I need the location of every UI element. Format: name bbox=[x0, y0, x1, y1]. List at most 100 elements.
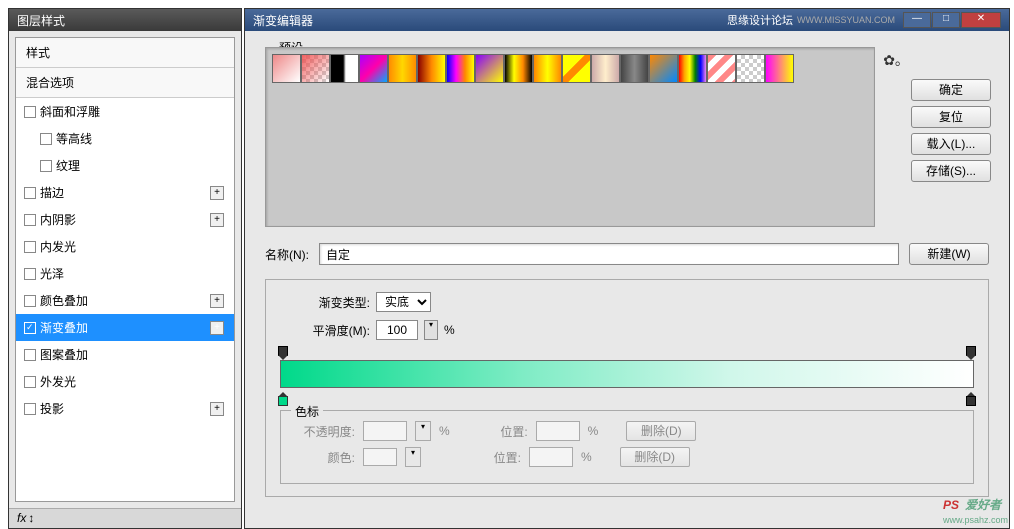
style-list-item[interactable]: 纹理 bbox=[16, 152, 234, 179]
style-list-item[interactable]: 等高线 bbox=[16, 125, 234, 152]
color-dropdown[interactable]: ▾ bbox=[405, 447, 421, 467]
style-checkbox[interactable] bbox=[24, 349, 36, 361]
add-effect-icon[interactable]: + bbox=[210, 321, 224, 335]
color-swatch-button[interactable] bbox=[363, 448, 397, 466]
style-item-label: 投影 bbox=[40, 400, 64, 417]
style-list-item[interactable]: 描边+ bbox=[16, 179, 234, 206]
fx-label[interactable]: fx bbox=[17, 511, 26, 525]
style-list-item[interactable]: 内发光 bbox=[16, 233, 234, 260]
preset-swatch[interactable] bbox=[504, 54, 533, 83]
opacity-label: 不透明度: bbox=[295, 423, 355, 440]
preset-swatch[interactable] bbox=[301, 54, 330, 83]
preset-swatch[interactable] bbox=[736, 54, 765, 83]
style-item-label: 光泽 bbox=[40, 265, 64, 282]
layer-style-statusbar: fx↕ bbox=[9, 508, 241, 528]
preset-swatch[interactable] bbox=[359, 54, 388, 83]
opacity-input[interactable] bbox=[363, 421, 407, 441]
fx-arrows[interactable]: ↕ bbox=[28, 511, 34, 525]
preset-swatch[interactable] bbox=[620, 54, 649, 83]
style-list-item[interactable]: 外发光 bbox=[16, 368, 234, 395]
smoothness-spinner[interactable]: ▾ bbox=[424, 320, 438, 340]
style-list-item[interactable]: 投影 + bbox=[16, 395, 234, 422]
style-item-label: 等高线 bbox=[56, 130, 92, 147]
preset-swatch[interactable] bbox=[678, 54, 707, 83]
percent-label: % bbox=[444, 323, 455, 337]
color-position-input[interactable] bbox=[529, 447, 573, 467]
style-list-item[interactable]: 光泽 bbox=[16, 260, 234, 287]
preset-swatch[interactable] bbox=[533, 54, 562, 83]
add-effect-icon[interactable]: + bbox=[210, 402, 224, 416]
name-input[interactable] bbox=[319, 243, 899, 265]
smoothness-input[interactable] bbox=[376, 320, 418, 340]
new-button[interactable]: 新建(W) bbox=[909, 243, 989, 265]
opacity-stop-left[interactable] bbox=[278, 346, 288, 356]
layer-style-title: 图层样式 bbox=[17, 14, 65, 28]
style-checkbox[interactable] bbox=[24, 106, 36, 118]
gradient-bar[interactable] bbox=[280, 360, 974, 388]
stops-group-label: 色标 bbox=[291, 403, 323, 420]
opacity-position-input[interactable] bbox=[536, 421, 580, 441]
preset-swatch[interactable] bbox=[272, 54, 301, 83]
layer-style-window: 图层样式 样式 混合选项 斜面和浮雕等高线纹理描边+内阴影+ 内发光光泽颜色叠加 +… bbox=[8, 8, 242, 529]
style-checkbox[interactable] bbox=[24, 403, 36, 415]
style-list-item[interactable]: 颜色叠加 + bbox=[16, 287, 234, 314]
blend-options-header[interactable]: 混合选项 bbox=[16, 68, 234, 98]
style-item-label: 纹理 bbox=[56, 157, 80, 174]
presets-menu-icon[interactable]: ✿｡ bbox=[883, 50, 902, 70]
minimize-button[interactable]: — bbox=[903, 12, 931, 28]
opacity-stop-right[interactable] bbox=[966, 346, 976, 356]
add-effect-icon[interactable]: + bbox=[210, 186, 224, 200]
style-checkbox[interactable] bbox=[24, 376, 36, 388]
style-list-item[interactable]: 渐变叠加+ bbox=[16, 314, 234, 341]
preset-swatch[interactable] bbox=[417, 54, 446, 83]
style-item-label: 内发光 bbox=[40, 238, 76, 255]
preset-swatch[interactable] bbox=[591, 54, 620, 83]
gradient-type-label: 渐变类型: bbox=[280, 294, 370, 311]
styles-header[interactable]: 样式 bbox=[16, 38, 234, 68]
layer-style-body: 样式 混合选项 斜面和浮雕等高线纹理描边+内阴影+内发光光泽颜色叠加+渐变叠加+… bbox=[9, 31, 241, 508]
preset-swatch[interactable] bbox=[707, 54, 736, 83]
color-position-percent: % bbox=[581, 450, 592, 464]
gradient-editor-body: 确定 复位 载入(L)... 存储(S)... 预设 ✿｡ bbox=[245, 31, 1009, 528]
preset-swatch[interactable] bbox=[562, 54, 591, 83]
add-effect-icon[interactable]: + bbox=[210, 294, 224, 308]
layer-style-titlebar[interactable]: 图层样式 bbox=[9, 9, 241, 31]
opacity-delete-button[interactable]: 删除(D) bbox=[626, 421, 696, 441]
preset-swatch[interactable] bbox=[330, 54, 359, 83]
opacity-dropdown[interactable]: ▾ bbox=[415, 421, 431, 441]
style-list-item[interactable]: 斜面和浮雕 bbox=[16, 98, 234, 125]
style-checkbox[interactable] bbox=[40, 133, 52, 145]
preset-swatch[interactable] bbox=[388, 54, 417, 83]
style-checkbox[interactable] bbox=[24, 295, 36, 307]
style-checkbox[interactable] bbox=[24, 241, 36, 253]
style-item-label: 图案叠加 bbox=[40, 346, 88, 363]
style-checkbox[interactable] bbox=[24, 322, 36, 334]
gradient-editor-window: 渐变编辑器 思缘设计论坛 WWW.MISSYUAN.COM — □ ✕ 确定 复… bbox=[244, 8, 1010, 529]
style-checkbox[interactable] bbox=[24, 187, 36, 199]
opacity-percent: % bbox=[439, 424, 450, 438]
color-delete-button[interactable]: 删除(D) bbox=[620, 447, 690, 467]
preset-swatch[interactable] bbox=[446, 54, 475, 83]
preset-swatch[interactable] bbox=[475, 54, 504, 83]
add-effect-icon[interactable]: + bbox=[210, 213, 224, 227]
color-label: 颜色: bbox=[295, 449, 355, 466]
maximize-button[interactable]: □ bbox=[932, 12, 960, 28]
style-checkbox[interactable] bbox=[24, 214, 36, 226]
style-checkbox[interactable] bbox=[40, 160, 52, 172]
brand-text: 思缘设计论坛 bbox=[727, 12, 793, 28]
gradient-editor-titlebar[interactable]: 渐变编辑器 思缘设计论坛 WWW.MISSYUAN.COM — □ ✕ bbox=[245, 9, 1009, 31]
color-position-label: 位置: bbox=[471, 449, 521, 466]
preset-swatch[interactable] bbox=[765, 54, 794, 83]
gradient-type-select[interactable]: 实底 bbox=[376, 292, 431, 312]
name-label: 名称(N): bbox=[265, 246, 309, 263]
color-stop-right[interactable] bbox=[966, 392, 976, 402]
style-checkbox[interactable] bbox=[24, 268, 36, 280]
close-button[interactable]: ✕ bbox=[961, 12, 1001, 28]
style-item-label: 颜色叠加 bbox=[40, 292, 88, 309]
style-list-item[interactable]: 内阴影+ bbox=[16, 206, 234, 233]
style-list-item[interactable]: 图案叠加 bbox=[16, 341, 234, 368]
color-stop-left[interactable] bbox=[278, 392, 288, 402]
name-row: 名称(N): 新建(W) bbox=[265, 243, 989, 265]
gradient-settings-panel: 渐变类型: 实底 平滑度(M): ▾ % 色标 bbox=[265, 279, 989, 497]
preset-swatch[interactable] bbox=[649, 54, 678, 83]
